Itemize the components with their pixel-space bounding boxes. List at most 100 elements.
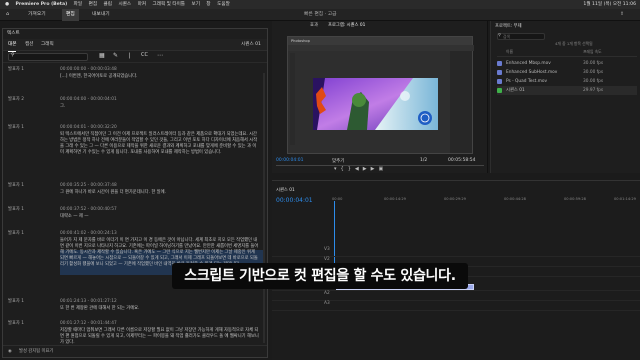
menu-sequence[interactable]: 시퀀스 — [118, 0, 131, 9]
tab-graphics[interactable]: 그래픽 — [41, 39, 54, 51]
share-icon[interactable]: ⇧ — [620, 9, 624, 21]
search-icon: ⚲ — [11, 52, 15, 58]
clip-color-swatch — [497, 61, 502, 66]
premiere-window: ● Premiere Pro (Beta) 파일 편집 클립 시퀀스 마커 그래… — [0, 0, 640, 360]
out-point-icon[interactable]: } — [348, 166, 355, 172]
entry-text[interactable]: 저장할 때마다 멈춰보면 그래서 다른 이름으로 저장할 필요 없이 그냥 저장… — [60, 328, 260, 346]
track-label: A2 — [324, 291, 330, 296]
export-frame-icon[interactable]: ▣ — [378, 166, 387, 172]
menu-app-name[interactable]: Premiere Pro (Beta) — [15, 0, 67, 9]
entry-text[interactable]: 그. — [60, 104, 260, 110]
ruler-tick-label: 00:00:59:28 — [564, 197, 586, 201]
entry-text[interactable]: 대략소 — 제 — — [60, 214, 260, 220]
speaker-label[interactable]: 발표자 1 — [8, 231, 24, 237]
project-item[interactable]: Ps - Quad Test.mov 30.00 fps — [497, 77, 637, 86]
project-panel: 프로젝트: 무제 검색 ⚲ 4개 중 1개 항목 선택됨 이름 프레임 속도 E… — [490, 21, 640, 173]
entry-text[interactable]: 또 한 번 제왕판 관에 대해서 한 되는 거에요. — [60, 306, 260, 312]
speaker-label[interactable]: 발표자 1 — [8, 183, 24, 189]
in-point-icon[interactable]: { — [341, 166, 348, 172]
monitor-timecode[interactable]: 00:00:04:01 — [276, 158, 303, 163]
track-v3[interactable]: V3 — [272, 247, 640, 257]
monitor-frame-photoshop: Photoshop — [287, 36, 474, 154]
speaker-label[interactable]: 발표자 1 — [8, 125, 24, 131]
ruler-tick-label: 00:01:14:29 — [614, 197, 636, 201]
track-a3[interactable]: A3 — [272, 301, 640, 311]
menu-edit[interactable]: 편집 — [89, 0, 97, 9]
transcript-toolbar: ⚲ ▦ ✎ ❘ CC ⋯ — [3, 51, 267, 63]
clip-color-swatch — [497, 70, 502, 75]
more-icon[interactable]: ⋯ — [157, 52, 163, 59]
fit-dropdown[interactable]: 맞추기 — [332, 158, 344, 164]
transcript-entry[interactable]: 발표자 2 00:00:04:00 - 00:00:04:01 그. — [3, 97, 265, 117]
entry-text[interactable]: 퇴 텍스트에서만 직접이던 그 이전 이제 프로젝트 일러스트레이터 등과 같은… — [60, 132, 260, 156]
entry-text[interactable]: [...] 이번엔, 한국어이토로 공개되었습니다. — [60, 74, 260, 80]
transcript-entry[interactable]: 발표자 1 00:00:37:52 - 00:00:40:57 대략소 — 제 … — [3, 207, 265, 227]
timeline-timecode[interactable]: 00:00:04:01 — [276, 197, 313, 204]
project-item[interactable]: Enhanced SubHost.mov 30.00 fps — [497, 68, 637, 77]
menu-file[interactable]: 파일 — [74, 0, 82, 9]
project-item-name[interactable]: Ps - Quad Test.mov — [506, 77, 547, 86]
menu-window[interactable]: 창 — [206, 0, 210, 9]
col-fps[interactable]: 프레임 속도 — [583, 49, 602, 55]
cc-icon[interactable]: CC — [141, 52, 148, 58]
project-item-name[interactable]: Enhanced Mbsp.mov — [506, 59, 551, 68]
project-item-name[interactable]: Enhanced SubHost.mov — [506, 68, 557, 77]
project-item-name[interactable]: 시퀀스 01 — [506, 86, 525, 95]
timeline-title: 시퀀스 01 — [276, 188, 295, 193]
entry-timecode: 00:01:24:13 - 00:01:27:12 — [60, 299, 117, 304]
header-tab-import[interactable]: 가져오기 — [28, 9, 46, 21]
clip-color-swatch — [497, 79, 502, 84]
track-a2[interactable]: A2 — [272, 291, 640, 301]
footer-icon: ◉ — [8, 349, 12, 354]
speaker-label[interactable]: 발표자 1 — [8, 67, 24, 73]
speaker-label[interactable]: 발표자 1 — [8, 321, 24, 327]
home-icon[interactable]: ⌂ — [6, 9, 9, 21]
transcript-entry[interactable]: 발표자 1 00:00:35:25 - 00:00:37:48 그 원에 하나가… — [3, 183, 265, 205]
speaker-label[interactable]: 발표자 1 — [8, 299, 24, 305]
pencil-icon[interactable]: ✎ — [113, 52, 118, 59]
transcript-entry[interactable]: 발표자 1 00:00:00:00 - 00:00:03:48 [...] 이번… — [3, 67, 265, 91]
ruler-tick-label: 00:00:29:29 — [444, 197, 466, 201]
project-header: 이름 프레임 속도 — [497, 49, 637, 57]
speaker-label[interactable]: 발표자 2 — [8, 97, 24, 103]
col-name[interactable]: 이름 — [506, 49, 513, 55]
project-item[interactable]: Enhanced Mbsp.mov 30.00 fps — [497, 59, 637, 68]
timeline-ruler[interactable]: 00:00 00:00:14:29 00:00:29:29 00:00:44:2… — [332, 197, 638, 205]
project-search[interactable]: 검색 — [497, 33, 545, 40]
menu-help[interactable]: 도움말 — [217, 0, 230, 9]
tab-effects[interactable]: 효과 — [310, 21, 318, 31]
search-field[interactable] — [8, 53, 88, 61]
transcript-list: 발표자 1 00:00:00:00 - 00:00:03:48 [...] 이번… — [3, 63, 267, 353]
transcript-entry[interactable]: 발표자 1 00:00:04:01 - 00:00:32:20 퇴 텍스트에서만… — [3, 125, 265, 175]
entry-timecode: 00:00:41:02 - 00:00:24:13 — [60, 231, 117, 236]
quality-dropdown[interactable]: 1/2 — [420, 158, 427, 163]
duration-timecode: 00:05:58:54 — [448, 158, 476, 163]
header-tab-export[interactable]: 내보내기 — [92, 9, 110, 21]
monitor-controls: 00:00:04:01 맞추기 1/2 00:05:58:54 ▾{}◀▶▶▣ — [272, 157, 488, 173]
entry-timecode: 00:00:00:00 - 00:00:03:48 — [60, 67, 117, 72]
project-item-fps: 30.00 fps — [583, 79, 604, 84]
play-icon[interactable]: ▶ — [363, 166, 371, 172]
track-label: V2 — [324, 257, 330, 262]
step-back-icon[interactable]: ◀ — [355, 166, 363, 172]
tab-program[interactable]: 프로그램: 시퀀스 01 — [328, 21, 365, 31]
entry-text[interactable]: 그 원에 하나가 바로 시간이 원을 더 편가운데니다. 한 일에. — [60, 190, 260, 196]
header-tab-edit[interactable]: 편집 — [62, 9, 79, 21]
transcript-entry[interactable]: 발표자 1 00:01:24:13 - 00:01:27:12 또 한 번 제왕… — [3, 299, 265, 317]
project-item[interactable]: 시퀀스 01 29.97 fps — [497, 86, 637, 95]
scrollbar[interactable] — [263, 73, 265, 343]
canvas-artwork — [313, 78, 438, 130]
speaker-label[interactable]: 발표자 1 — [8, 207, 24, 213]
menu-clip[interactable]: 클립 — [104, 0, 112, 9]
track-label: V3 — [324, 247, 330, 252]
split-icon[interactable]: ❘ — [127, 52, 132, 59]
entry-timecode: 00:00:37:52 - 00:00:40:57 — [60, 207, 117, 212]
ps-layers-panel — [450, 51, 472, 153]
menu-graphics[interactable]: 그래픽 및 타이틀 — [153, 0, 186, 9]
text-panel-tabs: 대본 캡션 그래픽 시퀀스 01 — [3, 39, 267, 52]
tab-captions[interactable]: 캡션 — [25, 39, 33, 51]
menu-view[interactable]: 보기 — [192, 0, 200, 9]
menu-markers[interactable]: 마커 — [138, 0, 146, 9]
filter-icon[interactable]: ▦ — [99, 52, 105, 59]
apple-icon[interactable]: ● — [5, 0, 9, 9]
